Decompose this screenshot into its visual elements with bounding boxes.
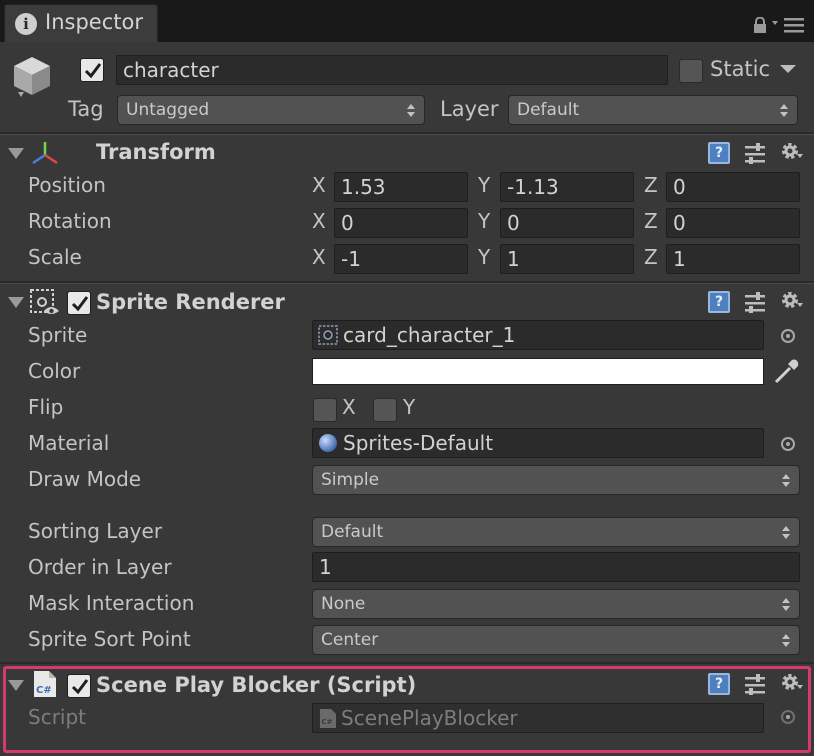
object-picker-icon[interactable]: [781, 329, 795, 343]
active-checkbox[interactable]: [80, 58, 104, 82]
sprite-label: Sprite: [28, 323, 88, 347]
flip-y-checkbox[interactable]: [373, 398, 397, 422]
sprite-asset-icon: [318, 325, 338, 345]
updown-arrows-icon: [782, 598, 790, 611]
tab-bar: i Inspector: [0, 0, 814, 42]
sprite-renderer-title[interactable]: Sprite Renderer: [96, 290, 285, 314]
mask-interaction-value: None: [321, 594, 366, 614]
static-label: Static: [710, 57, 771, 81]
sprite-field[interactable]: card_character_1: [312, 320, 764, 350]
transform-title[interactable]: Transform: [96, 140, 216, 164]
object-name-field[interactable]: character: [116, 55, 668, 85]
layer-dropdown[interactable]: Default: [508, 95, 798, 125]
sprite-sort-point-label: Sprite Sort Point: [28, 627, 191, 651]
axis-x-label: X: [312, 173, 326, 197]
transform-axes-icon: [32, 142, 58, 165]
sprite-sort-point-value: Center: [321, 630, 379, 650]
material-sphere-icon: [319, 434, 337, 452]
highlight-frame: [3, 666, 811, 753]
gear-icon[interactable]: [780, 289, 804, 311]
order-in-layer-label: Order in Layer: [28, 555, 172, 579]
position-label: Position: [28, 173, 106, 197]
flip-x-checkbox[interactable]: [313, 398, 337, 422]
position-z-field[interactable]: 0: [666, 172, 800, 202]
component-separator: [0, 283, 814, 284]
axis-x-label: X: [312, 245, 326, 269]
axis-z-label: Z: [644, 245, 658, 269]
axis-y-label: Y: [478, 245, 491, 269]
position-y-field[interactable]: -1.13: [500, 172, 634, 202]
sorting-layer-label: Sorting Layer: [28, 519, 163, 543]
sprite-renderer-icon: [30, 289, 59, 314]
sprite-value: card_character_1: [343, 323, 516, 347]
mask-interaction-label: Mask Interaction: [28, 591, 195, 615]
rotation-y-field[interactable]: 0: [500, 208, 634, 238]
scale-z-field[interactable]: 1: [666, 244, 800, 274]
preset-sliders-icon[interactable]: [743, 142, 767, 164]
updown-arrows-icon: [782, 474, 790, 487]
flip-label: Flip: [28, 395, 64, 419]
rotation-z-field[interactable]: 0: [666, 208, 800, 238]
axis-z-label: Z: [644, 209, 658, 233]
updown-arrows-icon: [782, 526, 790, 539]
static-dropdown-icon[interactable]: [779, 64, 797, 74]
axis-z-label: Z: [644, 173, 658, 197]
draw-mode-value: Simple: [321, 470, 380, 490]
static-checkbox[interactable]: [679, 59, 703, 83]
help-icon[interactable]: ?: [708, 291, 730, 313]
tab-label: Inspector: [45, 10, 143, 34]
flip-y-label: Y: [403, 395, 416, 419]
tag-label: Tag: [68, 97, 104, 121]
help-icon[interactable]: ?: [708, 142, 730, 164]
draw-mode-dropdown[interactable]: Simple: [312, 465, 800, 495]
preset-sliders-icon[interactable]: [743, 291, 767, 313]
foldout-arrow-icon[interactable]: [8, 297, 24, 308]
axis-y-label: Y: [478, 209, 491, 233]
lock-icon[interactable]: [753, 17, 767, 33]
tag-value: Untagged: [126, 100, 210, 120]
foldout-arrow-icon[interactable]: [8, 148, 24, 159]
color-label: Color: [28, 359, 81, 383]
layer-label: Layer: [440, 97, 499, 121]
sorting-layer-dropdown[interactable]: Default: [312, 517, 800, 547]
context-menu-icon[interactable]: [770, 17, 806, 33]
mask-interaction-dropdown[interactable]: None: [312, 589, 800, 619]
order-in-layer-field[interactable]: 1: [312, 552, 800, 582]
flip-x-label: X: [342, 395, 356, 419]
scale-label: Scale: [28, 245, 82, 269]
axis-x-label: X: [312, 209, 326, 233]
updown-arrows-icon: [780, 104, 788, 117]
sprite-renderer-enabled-checkbox[interactable]: [67, 291, 91, 315]
updown-arrows-icon: [782, 634, 790, 647]
component-separator: [0, 662, 814, 664]
scale-x-field[interactable]: -1: [334, 244, 468, 274]
material-label: Material: [28, 431, 110, 455]
updown-arrows-icon: [407, 104, 415, 117]
tab-inspector[interactable]: i Inspector: [4, 4, 158, 42]
material-value: Sprites-Default: [343, 431, 494, 455]
color-swatch[interactable]: [312, 358, 764, 385]
eyedropper-icon[interactable]: [772, 358, 800, 386]
gameobject-cube-icon: [14, 57, 50, 97]
position-x-field[interactable]: 1.53: [334, 172, 468, 202]
axis-y-label: Y: [478, 173, 491, 197]
sorting-layer-value: Default: [321, 522, 384, 542]
material-field[interactable]: Sprites-Default: [312, 428, 764, 458]
tag-dropdown[interactable]: Untagged: [117, 95, 425, 125]
sprite-sort-point-dropdown[interactable]: Center: [312, 625, 800, 655]
gear-icon[interactable]: [780, 140, 804, 162]
info-icon: i: [15, 13, 37, 35]
rotation-label: Rotation: [28, 209, 112, 233]
rotation-x-field[interactable]: 0: [334, 208, 468, 238]
component-separator: [0, 134, 814, 135]
draw-mode-label: Draw Mode: [28, 467, 142, 491]
object-picker-icon[interactable]: [781, 437, 795, 451]
layer-value: Default: [517, 100, 580, 120]
scale-y-field[interactable]: 1: [500, 244, 634, 274]
